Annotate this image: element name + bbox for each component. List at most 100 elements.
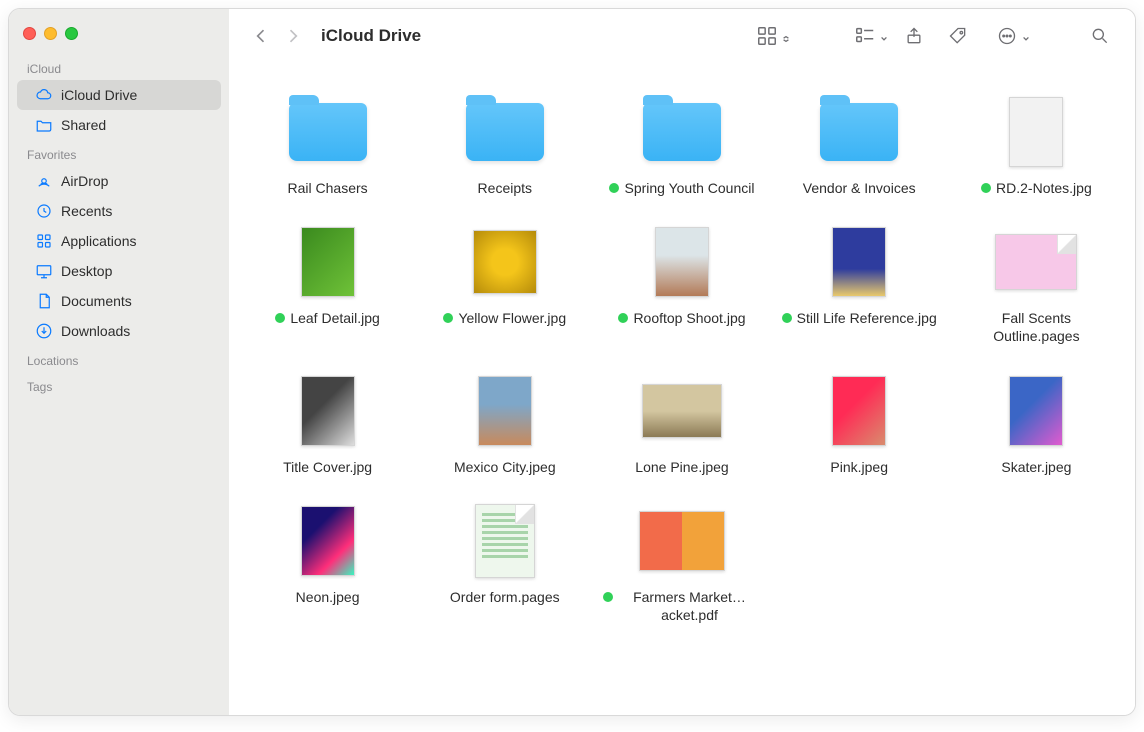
file-thumbnail	[993, 223, 1079, 301]
window-controls	[9, 19, 229, 54]
sidebar-section-label-icloud: iCloud	[9, 54, 229, 80]
file-name-label: Neon.jpeg	[296, 588, 360, 606]
file-item[interactable]: Farmers Market…acket.pdf	[603, 502, 760, 624]
file-name-label: Lone Pine.jpeg	[635, 458, 728, 476]
file-item[interactable]: Yellow Flower.jpg	[426, 223, 583, 345]
file-item[interactable]: Rail Chasers	[249, 93, 406, 197]
file-thumbnail	[993, 372, 1079, 450]
file-grid: Rail Chasers Receipts Spring Youth Council…	[249, 93, 1115, 624]
folder-icon	[639, 93, 725, 171]
sidebar-section-label-tags: Tags	[9, 372, 229, 398]
file-item[interactable]: RD.2-Notes.jpg	[958, 93, 1115, 197]
file-label-wrap: Pink.jpeg	[830, 458, 888, 476]
minimize-window-button[interactable]	[44, 27, 57, 40]
file-label-wrap: Vendor & Invoices	[803, 179, 916, 197]
main-area: iCloud Drive	[229, 9, 1135, 715]
file-name-label: Fall Scents Outline.pages	[958, 309, 1115, 345]
sidebar-item-desktop[interactable]: Desktop	[17, 256, 221, 286]
chevron-down-icon	[880, 30, 888, 48]
file-thumbnail	[816, 223, 902, 301]
file-name-label: Yellow Flower.jpg	[458, 309, 566, 327]
file-label-wrap: Title Cover.jpg	[283, 458, 372, 476]
sidebar-item-shared[interactable]: Shared	[17, 110, 221, 140]
documents-icon	[35, 292, 53, 310]
file-item[interactable]: Order form.pages	[426, 502, 583, 624]
tag-dot-green	[782, 313, 792, 323]
location-title: iCloud Drive	[321, 26, 421, 46]
file-name-label: Receipts	[478, 179, 532, 197]
folder-icon	[462, 93, 548, 171]
file-grid-container: Rail Chasers Receipts Spring Youth Council…	[229, 63, 1135, 715]
file-thumbnail	[816, 372, 902, 450]
file-label-wrap: Skater.jpeg	[1001, 458, 1071, 476]
sidebar: iCloud iCloud Drive Shared Favorites Air…	[9, 9, 229, 715]
file-thumbnail	[285, 372, 371, 450]
file-label-wrap: Neon.jpeg	[296, 588, 360, 606]
file-label-wrap: Order form.pages	[450, 588, 560, 606]
file-item[interactable]: Neon.jpeg	[249, 502, 406, 624]
folder-icon	[285, 93, 371, 171]
file-label-wrap: Rooftop Shoot.jpg	[618, 309, 745, 327]
airdrop-icon	[35, 172, 53, 190]
file-item[interactable]: Fall Scents Outline.pages	[958, 223, 1115, 345]
clock-icon	[35, 202, 53, 220]
finder-window: iCloud iCloud Drive Shared Favorites Air…	[8, 8, 1136, 716]
tag-dot-green	[618, 313, 628, 323]
sidebar-item-label: Documents	[61, 293, 132, 309]
sidebar-item-airdrop[interactable]: AirDrop	[17, 166, 221, 196]
sidebar-item-applications[interactable]: Applications	[17, 226, 221, 256]
shared-folder-icon	[35, 116, 53, 134]
file-item[interactable]: Lone Pine.jpeg	[603, 372, 760, 476]
file-thumbnail	[639, 502, 725, 580]
sidebar-item-label: Shared	[61, 117, 106, 133]
file-item[interactable]: Rooftop Shoot.jpg	[603, 223, 760, 345]
tag-dot-green	[981, 183, 991, 193]
file-thumbnail	[993, 93, 1079, 171]
sidebar-item-recents[interactable]: Recents	[17, 196, 221, 226]
sidebar-item-documents[interactable]: Documents	[17, 286, 221, 316]
downloads-icon	[35, 322, 53, 340]
file-label-wrap: Fall Scents Outline.pages	[958, 309, 1115, 345]
tag-dot-green	[609, 183, 619, 193]
file-name-label: Still Life Reference.jpg	[797, 309, 937, 327]
file-item[interactable]: Spring Youth Council	[603, 93, 760, 197]
file-name-label: RD.2-Notes.jpg	[996, 179, 1092, 197]
sidebar-item-label: Downloads	[61, 323, 130, 339]
file-item[interactable]: Vendor & Invoices	[781, 93, 938, 197]
file-item[interactable]: Receipts	[426, 93, 583, 197]
file-name-label: Rooftop Shoot.jpg	[633, 309, 745, 327]
toolbar: iCloud Drive	[229, 9, 1135, 63]
file-item[interactable]: Leaf Detail.jpg	[249, 223, 406, 345]
sidebar-item-icloud-drive[interactable]: iCloud Drive	[17, 80, 221, 110]
file-item[interactable]: Still Life Reference.jpg	[781, 223, 938, 345]
file-label-wrap: Lone Pine.jpeg	[635, 458, 728, 476]
view-options-button[interactable]	[745, 22, 789, 50]
close-window-button[interactable]	[23, 27, 36, 40]
sidebar-item-label: Desktop	[61, 263, 112, 279]
file-item[interactable]: Mexico City.jpeg	[426, 372, 583, 476]
search-button[interactable]	[1083, 22, 1117, 50]
file-label-wrap: Farmers Market…acket.pdf	[603, 588, 760, 624]
file-item[interactable]: Pink.jpeg	[781, 372, 938, 476]
fullscreen-window-button[interactable]	[65, 27, 78, 40]
sidebar-item-label: Recents	[61, 203, 112, 219]
file-item[interactable]: Skater.jpeg	[958, 372, 1115, 476]
file-name-label: Mexico City.jpeg	[454, 458, 556, 476]
file-label-wrap: Rail Chasers	[288, 179, 368, 197]
sidebar-item-downloads[interactable]: Downloads	[17, 316, 221, 346]
file-label-wrap: Receipts	[478, 179, 532, 197]
more-actions-button[interactable]	[985, 22, 1029, 50]
group-by-button[interactable]	[843, 22, 887, 50]
sidebar-section-label-locations: Locations	[9, 346, 229, 372]
file-thumbnail	[462, 372, 548, 450]
file-name-label: Title Cover.jpg	[283, 458, 372, 476]
file-name-label: Leaf Detail.jpg	[290, 309, 380, 327]
tags-button[interactable]	[941, 22, 975, 50]
sidebar-section-label-favorites: Favorites	[9, 140, 229, 166]
file-thumbnail	[462, 502, 548, 580]
file-name-label: Spring Youth Council	[624, 179, 754, 197]
file-item[interactable]: Title Cover.jpg	[249, 372, 406, 476]
forward-button[interactable]	[279, 22, 307, 50]
back-button[interactable]	[247, 22, 275, 50]
share-button[interactable]	[897, 22, 931, 50]
